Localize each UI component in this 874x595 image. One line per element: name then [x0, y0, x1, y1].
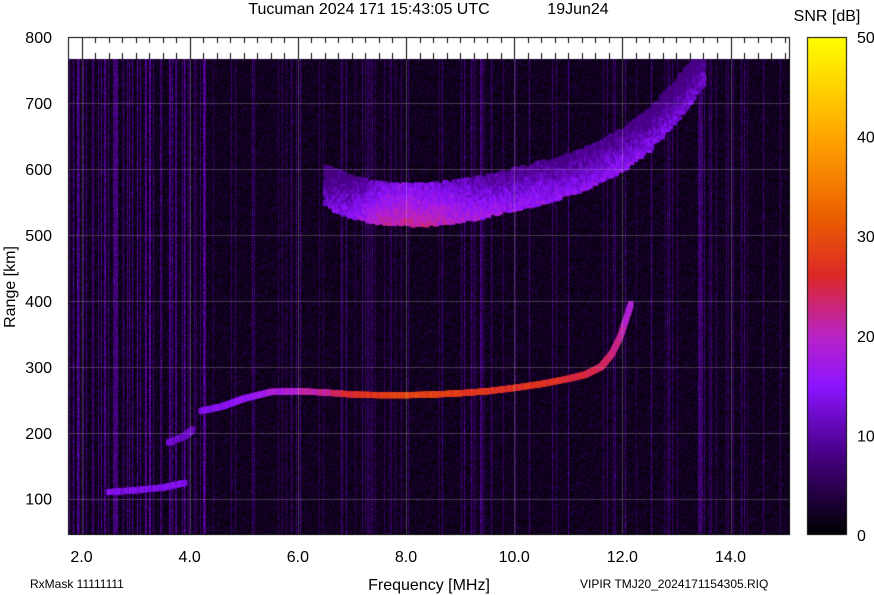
- y-tick-label: 700: [25, 96, 52, 113]
- chart-date: 19Jun24: [547, 1, 608, 18]
- colorbar-tick-label: 40: [857, 130, 874, 147]
- colorbar-tick-label: 0: [857, 528, 866, 545]
- colorbar-tick-label: 20: [857, 329, 874, 346]
- y-tick-label: 200: [25, 426, 52, 443]
- colorbar-tick-label: 30: [857, 229, 874, 246]
- y-tick-label: 600: [25, 162, 52, 179]
- x-tick-label: 4.0: [179, 549, 201, 566]
- y-tick-label: 300: [25, 360, 52, 377]
- colorbar-tick-label: 50: [857, 30, 874, 47]
- x-tick-label: 10.0: [499, 549, 530, 566]
- y-tick-label: 800: [25, 30, 52, 47]
- x-tick-label: 6.0: [287, 549, 309, 566]
- rxmask-annotation: RxMask 11111111: [30, 577, 124, 591]
- chart-title: Tucuman 2024 171 15:43:05 UTC: [248, 1, 489, 18]
- colorbar-tick-label: 10: [857, 428, 874, 445]
- x-tick-label: 8.0: [395, 549, 417, 566]
- y-tick-label: 400: [25, 294, 52, 311]
- colorbar-label: SNR [dB]: [794, 8, 861, 25]
- y-tick-label: 500: [25, 228, 52, 245]
- x-axis-label: Frequency [MHz]: [368, 577, 490, 594]
- chart-overlay: Tucuman 2024 171 15:43:05 UTC 19Jun24 SN…: [2, 1, 874, 594]
- file-annotation: VIPIR TMJ20_2024171154305.RIQ: [580, 577, 768, 591]
- x-tick-label: 2.0: [70, 549, 92, 566]
- x-tick-label: 12.0: [607, 549, 638, 566]
- y-tick-label: 100: [25, 492, 52, 509]
- y-axis-label: Range [km]: [2, 246, 19, 328]
- x-tick-label: 14.0: [715, 549, 746, 566]
